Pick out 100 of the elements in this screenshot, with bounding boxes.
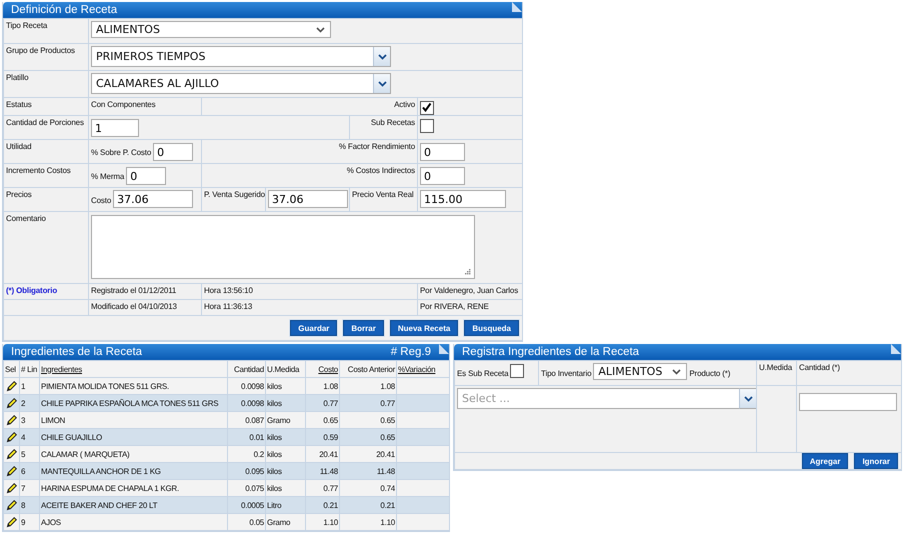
- chevron-down-icon: [672, 368, 682, 374]
- pencil-icon[interactable]: [6, 499, 18, 511]
- table-cell: 0.74: [380, 484, 395, 492]
- action-button[interactable]: Agregar: [802, 453, 848, 469]
- field-label: Cantidad de Porciones: [6, 118, 84, 128]
- yield-factor-input[interactable]: 0: [420, 143, 465, 161]
- pencil-icon[interactable]: [6, 448, 18, 460]
- field-label: Grupo de Productos: [6, 46, 75, 56]
- table-cell: 9: [21, 518, 26, 526]
- field-label: Precio Venta Real: [352, 190, 414, 200]
- table-cell: 0.21: [323, 500, 338, 510]
- action-button[interactable]: Borrar: [343, 320, 384, 336]
- field-label: Producto (*): [689, 369, 730, 379]
- field-label: Costo: [91, 196, 112, 206]
- cost-input[interactable]: 37.06: [113, 190, 194, 208]
- table-cell: 20.41: [319, 450, 338, 458]
- table-cell: 8: [21, 500, 26, 510]
- field-label: Estatus: [6, 100, 32, 110]
- field-label: % Factor Rendimiento: [338, 142, 415, 152]
- table-cell: Litro: [267, 500, 282, 510]
- product-group-select[interactable]: PRIMEROS TIEMPOS: [91, 46, 391, 67]
- quantity-input[interactable]: [799, 393, 897, 411]
- pencil-icon[interactable]: [6, 482, 18, 494]
- indirect-costs-input[interactable]: 0: [420, 167, 465, 185]
- pencil-icon[interactable]: [6, 397, 18, 409]
- column-header: Cantidad: [234, 364, 264, 374]
- table-cell: PIMIENTA MOLIDA TONES 511 GRS.: [41, 382, 169, 390]
- field-label: Incremento Costos: [6, 166, 71, 176]
- registered-date: Registrado el 01/12/2011: [91, 286, 176, 296]
- table-cell: 1: [21, 382, 26, 390]
- cost-markup-input[interactable]: 0: [153, 143, 194, 161]
- registered-by: Por Valdenegro, Juan Carlos: [420, 286, 518, 296]
- action-button[interactable]: Nueva Receta: [390, 320, 458, 336]
- pencil-icon[interactable]: [6, 380, 18, 392]
- table-cell: 11.48: [376, 466, 395, 476]
- table-cell: kilos: [267, 484, 282, 492]
- field-label: Cantidad (*): [799, 363, 840, 373]
- pencil-icon[interactable]: [6, 431, 18, 443]
- inventory-type-select[interactable]: ALIMENTOS: [593, 363, 688, 380]
- required-note: (*) Obligatorio: [6, 286, 58, 296]
- table-cell: 6: [21, 466, 26, 476]
- table-cell: 2: [21, 398, 26, 408]
- pencil-icon[interactable]: [6, 465, 18, 477]
- modified-date: Modificado el 04/10/2013: [91, 302, 177, 312]
- field-label: Activo: [394, 100, 415, 110]
- table-cell: 0.65: [323, 416, 338, 424]
- field-label: U.Medida: [759, 363, 792, 373]
- status-value: Con Componentes: [91, 100, 156, 110]
- field-label: Tipo Receta: [6, 21, 48, 31]
- pencil-icon[interactable]: [6, 516, 18, 528]
- sub-recipes-checkbox[interactable]: [420, 119, 434, 133]
- product-select[interactable]: Select ...: [457, 388, 739, 409]
- field-label: Es Sub Receta: [457, 369, 508, 379]
- table-cell: 0.65: [380, 416, 395, 424]
- table-cell: 0.2: [254, 450, 264, 458]
- panel-title: Registra Ingredientes de la Receta: [462, 346, 640, 358]
- real-price-input[interactable]: 115.00: [420, 190, 506, 208]
- action-button[interactable]: Busqueda: [464, 320, 519, 336]
- dropdown-button[interactable]: [739, 388, 756, 409]
- sort-link[interactable]: Ingredientes: [41, 364, 82, 374]
- field-label: P. Venta Sugerido: [204, 190, 265, 200]
- table-cell: 0.087: [245, 416, 264, 424]
- column-header: U.Medida: [267, 364, 300, 374]
- table-cell: HARINA ESPUMA DE CHAPALA 1 KGR.: [41, 484, 179, 492]
- pencil-icon[interactable]: [6, 414, 18, 426]
- table-cell: LIMON: [41, 416, 66, 424]
- field-label: Sub Recetas: [370, 118, 415, 128]
- active-checkbox[interactable]: [420, 101, 434, 115]
- column-header: # Lin: [21, 364, 38, 374]
- table-cell: 0.59: [323, 432, 338, 442]
- table-cell: 0.65: [380, 432, 395, 442]
- dish-select[interactable]: CALAMARES AL AJILLO: [91, 73, 391, 94]
- table-cell: 0.77: [323, 398, 338, 408]
- table-cell: Gramo: [267, 518, 290, 526]
- field-label: % Sobre P. Costo: [91, 148, 152, 158]
- action-button[interactable]: Ignorar: [854, 453, 898, 469]
- field-label: Precios: [6, 190, 32, 200]
- chevron-down-icon: [378, 54, 386, 60]
- portions-input[interactable]: 1: [91, 119, 139, 137]
- chevron-down-icon: [744, 396, 752, 402]
- recipe-type-select[interactable]: ALIMENTOS: [91, 21, 331, 38]
- panel-title: Ingredientes de la Receta: [11, 346, 142, 358]
- waste-input[interactable]: 0: [126, 167, 166, 185]
- table-cell: 0.21: [380, 500, 395, 510]
- field-label: Utilidad: [6, 142, 32, 152]
- table-cell: 1.10: [323, 518, 338, 526]
- fold-corner-icon: [439, 344, 449, 354]
- table-cell: 0.01: [249, 432, 264, 442]
- action-button[interactable]: Guardar: [290, 320, 338, 336]
- table-cell: 3: [21, 416, 26, 424]
- table-cell: 1.08: [380, 382, 395, 390]
- table-cell: 0.0005: [241, 500, 264, 510]
- table-cell: 4: [21, 432, 26, 442]
- sub-recipe-checkbox[interactable]: [510, 364, 524, 378]
- table-cell: 0.0098: [241, 398, 264, 408]
- chevron-down-icon: [316, 26, 325, 32]
- table-cell: AJOS: [41, 518, 61, 526]
- table-cell: kilos: [267, 382, 282, 390]
- suggested-price-input[interactable]: 37.06: [268, 190, 348, 208]
- table-cell: kilos: [267, 398, 282, 408]
